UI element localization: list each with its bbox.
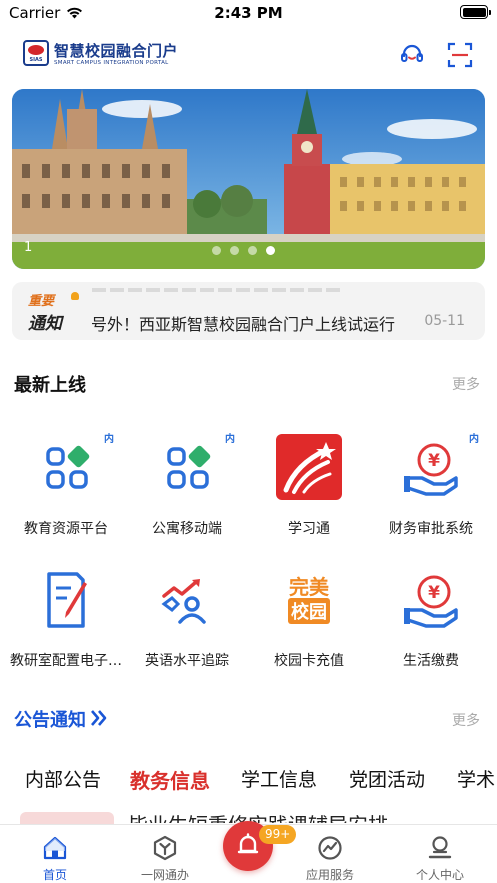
yuan-hand-icon: ¥	[396, 434, 466, 504]
tab-internal-notice[interactable]: 内部公告	[25, 765, 101, 792]
tab-academic-info[interactable]: 教务信息	[130, 765, 210, 794]
more-announcements-link[interactable]: 更多	[452, 710, 480, 730]
app-label: 生活缴费	[403, 653, 459, 669]
app-label: 学习通	[288, 521, 330, 537]
bell-icon	[237, 833, 259, 854]
app-label: 英语水平追踪	[145, 653, 229, 669]
banner-dot[interactable]	[248, 246, 257, 255]
scan-button[interactable]	[447, 42, 473, 68]
svg-text:¥: ¥	[428, 583, 440, 603]
banner-dot[interactable]	[230, 246, 239, 255]
svg-text:¥: ¥	[428, 451, 440, 471]
tab-academic[interactable]: 学术	[457, 765, 495, 792]
app-label: 校园卡充值	[274, 653, 344, 669]
person-trend-icon	[152, 566, 222, 636]
tab-label: 个人中心	[415, 868, 464, 882]
tab-label: 一网通办	[140, 868, 189, 882]
battery-icon	[460, 5, 491, 19]
important-notice-bar[interactable]: 重要 通知 号外！西亚斯智慧校园融合门户上线试运行 05-11	[12, 282, 485, 340]
customer-service-button[interactable]	[399, 42, 425, 68]
app-header: SIAS 智慧校园融合门户 SMART CAMPUS INTEGRATION P…	[0, 34, 497, 78]
tab-label: 应用服务	[305, 868, 354, 882]
tab-label: 首页	[42, 868, 67, 882]
tab-party-activities[interactable]: 党团活动	[349, 765, 425, 792]
clock: 2:43 PM	[214, 4, 283, 22]
hexagon-y-icon	[153, 835, 177, 861]
campus-photo	[12, 89, 485, 269]
xuexitong-logo-icon	[274, 434, 344, 504]
bell-icon	[71, 292, 79, 300]
notice-badge-bottom: 通知	[28, 314, 62, 334]
status-bar: Carrier 2:43 PM	[0, 0, 497, 26]
home-icon	[43, 836, 67, 860]
notice-scroll-ghost	[92, 288, 342, 292]
trend-circle-icon	[318, 836, 342, 860]
tab-personal-center[interactable]: 个人中心	[390, 825, 490, 883]
banner-pagination[interactable]	[212, 246, 275, 255]
svg-text:完美: 完美	[289, 575, 330, 599]
double-chevron-right-icon	[91, 710, 107, 726]
banner-page-index: 1	[24, 240, 33, 255]
notice-date: 05-11	[424, 313, 465, 329]
headset-icon	[401, 44, 423, 62]
more-new-apps-link[interactable]: 更多	[452, 374, 480, 394]
notice-headline[interactable]: 号外！西亚斯智慧校园融合门户上线试运行	[91, 311, 421, 335]
svg-text:校园: 校园	[291, 601, 327, 623]
tab-app-services[interactable]: 应用服务	[280, 825, 380, 883]
school-logo: SIAS	[23, 40, 49, 66]
brand-title: 智慧校园融合门户	[54, 42, 179, 60]
section-title-new-apps: 最新上线	[14, 375, 86, 396]
app-grid-icon	[152, 434, 222, 504]
yuan-hand-icon: ¥	[396, 566, 466, 636]
app-grid-icon	[31, 434, 101, 504]
app-label: 教研室配置电子档案	[10, 653, 128, 669]
bottom-tab-bar: 首页 一网通办 99+ 应用服务 个人中心	[0, 821, 497, 883]
banner-dot[interactable]	[212, 246, 221, 255]
banner-dot-active[interactable]	[266, 246, 275, 255]
app-label: 公寓移动端	[152, 521, 222, 537]
announcement-category-tabs: 内部公告 教务信息 学工信息 党团活动 学术	[0, 765, 497, 799]
person-icon	[428, 836, 452, 859]
app-label: 教育资源平台	[24, 521, 108, 537]
document-edit-icon	[31, 566, 101, 636]
logo-text: SIAS	[29, 57, 43, 63]
app-label: 财务审批系统	[389, 521, 473, 537]
tab-home[interactable]: 首页	[5, 825, 105, 883]
internal-badge: 内	[104, 434, 114, 445]
wanmei-xiaoyuan-logo-icon: 完美 校园	[274, 566, 344, 636]
notice-badge-top: 重要	[28, 294, 55, 309]
news-title[interactable]: 毕业生短重修实践课辅导安排	[128, 809, 388, 823]
banner-carousel[interactable]	[12, 89, 485, 269]
tab-student-affairs[interactable]: 学工信息	[241, 765, 317, 792]
internal-badge: 内	[225, 434, 235, 445]
internal-badge: 内	[469, 434, 479, 445]
scan-icon	[447, 42, 473, 68]
section-title-announcements: 公告通知	[14, 710, 86, 731]
brand-subtitle: SMART CAMPUS INTEGRATION PORTAL	[54, 60, 169, 66]
tab-one-stop[interactable]: 一网通办	[115, 825, 215, 883]
